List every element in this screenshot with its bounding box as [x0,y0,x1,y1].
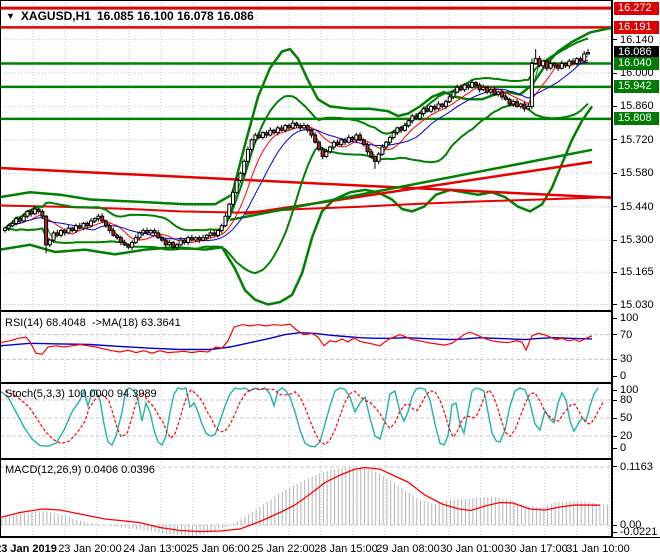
stoch-axis-label: 50 [613,412,632,424]
axis-tick [613,317,617,319]
macd-axis-label: -0.0221 [613,526,657,538]
stoch-axis-label-text: 20 [620,430,633,442]
time-axis-label: 29 Jan 08:00 [376,543,440,555]
symbol-timeframe-label: XAGUSD,H1 [20,9,91,23]
axis-tick [613,206,617,208]
price-axis-label: 16.140 [613,34,654,46]
macd-axis-label: 0.1163 [613,461,653,473]
rsi-axis-label: 0 [613,370,626,382]
price-axis-label: 15.030 [613,299,654,311]
axis-tick [613,172,617,174]
axis-tick [613,139,617,141]
main-chart-area[interactable] [0,0,612,311]
macd-indicator-label: MACD(12,26,9) 0.0406 0.0396 [5,464,155,476]
stoch-indicator-label: Stoch(5,3,3) 100.0000 94.3989 [5,388,157,400]
rsi-axis-label-text: 30 [620,353,633,366]
price-axis-label-text: 15.860 [620,100,654,113]
stoch-axis-label-text: 80 [620,394,633,406]
axis-tick [613,239,617,241]
stoch-axis-label: 0 [613,442,626,454]
price-axis-label: 15.720 [613,134,654,146]
axis-tick [613,375,617,377]
chart-dropdown-icon[interactable]: ▼ [6,11,15,21]
chart-title-bar: ▼ XAGUSD,H1 16.085 16.100 16.078 16.086 [6,9,254,23]
price-axis-label: 15.860 [613,100,654,112]
time-axis-label: 30 Jan 01:00 [440,543,504,555]
price-badge: 15.808 [614,112,659,126]
price-badge: 16.191 [614,20,659,34]
rsi-axis-label-text: 70 [620,328,633,341]
price-badge: 16.040 [614,56,659,70]
axis-tick [613,105,617,107]
price-axis-label-text: 15.440 [620,200,654,213]
rsi-indicator-label: RSI(14) 68.4048 ->MA(18) 63.3641 [5,317,181,329]
price-axis-label: 15.165 [613,266,654,278]
price-axis-label-text: 16.140 [620,33,654,46]
stoch-axis-label-text: 50 [620,412,633,424]
axis-tick [613,435,617,437]
macd-axis-label-text: -0.0221 [620,526,658,538]
axis-tick [613,334,617,336]
price-axis[interactable]: 16.140 16.000 15.860 15.720 15.580 15.440 15.3… [613,0,660,538]
time-axis-label: 23 Jan 2019 [0,543,57,555]
macd-axis-label-text: 0.1163 [620,460,653,473]
rsi-axis-label: 70 [613,329,632,341]
price-axis-label-text: 15.300 [620,234,654,247]
stoch-axis-label: 20 [613,430,632,442]
price-axis-label-text: 15.580 [620,167,654,180]
axis-tick [613,399,617,401]
price-axis-label: 15.300 [613,234,654,246]
stoch-axis-label: 80 [613,394,632,406]
rsi-axis-label-text: 100 [620,312,639,324]
axis-tick [613,417,617,419]
time-axis-label: 25 Jan 22:00 [251,543,315,555]
price-badge: 16.272 [614,1,659,15]
time-axis-label: 31 Jan 10:00 [566,543,630,555]
axis-tick [613,271,617,273]
time-axis-label: 28 Jan 15:00 [314,543,378,555]
axis-tick [613,39,617,41]
axis-tick [613,389,617,391]
rsi-axis-label: 100 [613,312,638,324]
price-axis-label-text: 15.030 [620,298,654,311]
axis-tick [613,447,617,449]
ohlc-values: 16.085 16.100 16.078 16.086 [96,9,254,23]
axis-tick [613,466,617,468]
rsi-axis-label-text: 0 [620,370,627,382]
rsi-axis-label: 30 [613,353,632,365]
axis-tick [613,72,617,74]
price-axis-label: 15.440 [613,201,654,213]
price-axis-label-text: 15.720 [620,133,654,146]
time-axis-label: 25 Jan 06:00 [186,543,250,555]
axis-tick [613,531,617,533]
price-axis-label-text: 15.165 [620,266,654,279]
price-axis-label: 15.580 [613,167,654,179]
mt4-chart-window: { "window": { "symbol_title": "XAGUSD,H1… [0,0,660,560]
time-axis-label: 23 Jan 20:00 [58,543,122,555]
time-axis-label: 24 Jan 13:00 [123,543,187,555]
price-badge: 15.942 [614,80,659,94]
time-axis-label: 30 Jan 17:00 [504,543,568,555]
axis-tick [613,358,617,360]
axis-tick [613,304,617,305]
time-axis[interactable]: 23 Jan 2019 23 Jan 20:00 24 Jan 13:00 25 Ja… [0,538,660,560]
stoch-axis-label-text: 0 [620,442,627,454]
